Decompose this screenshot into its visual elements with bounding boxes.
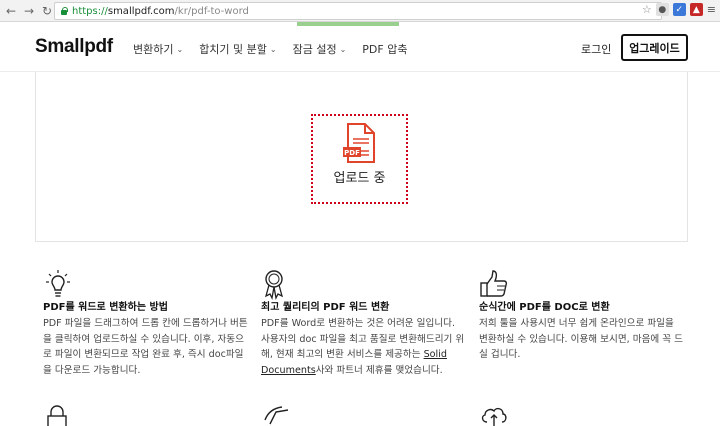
feature-body: PDF 파일을 드래그하여 드롭 칸에 드롭하거나 버튼을 클릭하여 업로드하실… — [43, 318, 248, 376]
feature-body: 저희 툴을 사용시면 너무 쉽게 온라인으로 파일을 변환하실 수 있습니다. … — [479, 318, 683, 360]
drop-zone[interactable]: PDF 업로드 중 — [311, 114, 408, 204]
nav-item-label: 합치기 및 분할 — [199, 43, 267, 56]
url-path: /kr/pdf-to-word — [174, 5, 249, 17]
upload-status: 업로드 중 — [333, 171, 386, 186]
chevron-down-icon: ⌄ — [339, 44, 347, 54]
extension-red-icon[interactable]: ▲ — [689, 3, 703, 16]
extension-icon[interactable]: ● — [655, 3, 669, 16]
feature-title: 최고 퀄리티의 PDF 워드 변환 — [261, 302, 390, 313]
nav-item-merge-split[interactable]: 합치기 및 분할 ⌄ — [199, 41, 276, 57]
feature-body-text: 사와 파트너 제휴를 맺었습니다. — [315, 364, 443, 376]
extension-check-icon[interactable]: ✓ — [672, 3, 686, 16]
url-scheme: https:// — [72, 5, 108, 17]
lock-icon — [60, 7, 68, 15]
chevron-down-icon: ⌄ — [269, 44, 277, 54]
feature-quality: 최고 퀄리티의 PDF 워드 변환 PDF를 Word로 변환하는 것은 어려운… — [261, 267, 466, 376]
main-nav: 변환하기 ⌄ 합치기 및 분할 ⌄ 잠금 설정 ⌄ PDF 압축 — [133, 41, 407, 57]
nav-item-convert[interactable]: 변환하기 ⌄ — [133, 41, 183, 57]
pdf-file-icon: PDF — [342, 123, 375, 163]
padlock-icon — [47, 405, 67, 426]
nav-item-label: PDF 압축 — [362, 43, 408, 56]
forward-arrow-icon[interactable]: → — [22, 4, 36, 18]
chevron-down-icon: ⌄ — [176, 44, 184, 54]
nav-item-label: 변환하기 — [133, 43, 174, 56]
login-link[interactable]: 로그인 — [581, 41, 611, 57]
feature-body: PDF를 Word로 변환하는 것은 어려운 일입니다. 사용자의 doc 파일… — [261, 316, 466, 378]
award-icon — [264, 270, 284, 301]
thumbs-up-icon — [480, 270, 508, 297]
upload-panel: PDF 업로드 중 — [35, 72, 688, 242]
upgrade-button[interactable]: 업그레이드 — [621, 34, 688, 61]
feature-how-to: PDF를 워드로 변환하는 방법 PDF 파일을 드래그하여 드롭 칸에 드롭하… — [43, 267, 248, 376]
nav-item-security[interactable]: 잠금 설정 ⌄ — [293, 41, 347, 57]
nav-item-compress[interactable]: PDF 압축 — [362, 41, 407, 57]
menu-icon[interactable]: ≡ — [707, 3, 716, 16]
satellite-icon — [264, 406, 289, 425]
lightbulb-icon — [46, 270, 70, 297]
feature-title: PDF를 워드로 변환하는 방법 — [43, 302, 168, 313]
site-header: Smallpdf 변환하기 ⌄ 합치기 및 분할 ⌄ 잠금 설정 ⌄ PDF 압축 로… — [0, 26, 720, 72]
cloud-upload-icon — [481, 407, 507, 426]
star-icon[interactable]: ☆ — [642, 3, 652, 16]
address-bar[interactable]: https://smallpdf.com/kr/pdf-to-word — [54, 2, 662, 20]
feature-title: 순식간에 PDF를 DOC로 변환 — [479, 302, 610, 313]
nav-item-label: 잠금 설정 — [292, 43, 337, 56]
logo[interactable]: Smallpdf — [35, 36, 113, 58]
pdf-badge: PDF — [344, 149, 360, 157]
reload-icon[interactable]: ↻ — [40, 4, 54, 18]
back-arrow-icon[interactable]: ← — [4, 4, 18, 18]
feature-speed: 순식간에 PDF를 DOC로 변환 저희 툴을 사용시면 너무 쉽게 온라인으로… — [479, 267, 684, 360]
url-host: smallpdf.com — [107, 5, 175, 17]
browser-toolbar: ← → ↻ https://smallpdf.com/kr/pdf-to-wor… — [0, 0, 720, 22]
